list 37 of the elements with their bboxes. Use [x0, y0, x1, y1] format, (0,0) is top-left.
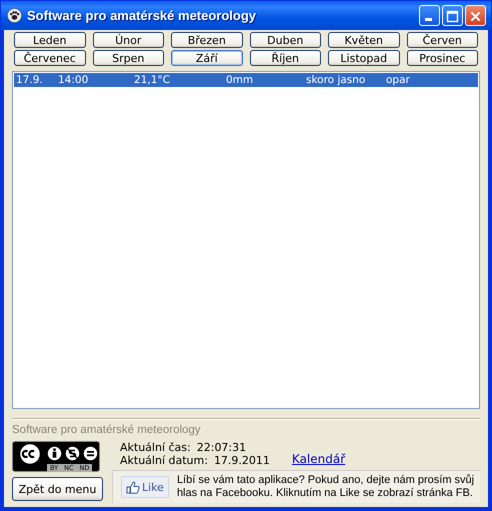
- maximize-button[interactable]: [442, 5, 463, 26]
- month-button[interactable]: Duben: [250, 32, 321, 48]
- date-value: 17.9.2011: [214, 454, 270, 467]
- month-button[interactable]: Květen: [328, 32, 400, 48]
- month-button[interactable]: Červen: [406, 32, 478, 48]
- record-row[interactable]: 17.9. 14:00 21,1°C 0mm skoro jasno opar: [14, 73, 478, 87]
- time-label: Aktuální čas:: [120, 441, 191, 454]
- record-cell-text: 17.9.: [16, 74, 44, 86]
- minimize-button[interactable]: [419, 5, 440, 26]
- month-button[interactable]: Březen: [171, 32, 242, 48]
- no-money-icon: [64, 445, 81, 462]
- record-cell-text: 14:00: [58, 74, 90, 86]
- window-title: Software pro amatérské meteorology: [27, 8, 258, 23]
- month-button[interactable]: Červenec: [14, 50, 86, 66]
- month-button[interactable]: Září: [171, 50, 242, 66]
- month-button[interactable]: Únor: [92, 32, 164, 48]
- month-button[interactable]: Říjen: [250, 50, 321, 66]
- date-label: Aktuální datum:: [120, 454, 208, 467]
- month-button[interactable]: Prosinec: [406, 50, 478, 66]
- record-cell-text: opar: [386, 74, 411, 86]
- app-name-label: Software pro amatérské meteorology: [12, 424, 202, 436]
- like-button[interactable]: Like: [121, 476, 169, 498]
- close-button[interactable]: [465, 5, 486, 26]
- thumbs-up-icon: [126, 480, 140, 494]
- record-cell-text: skoro jasno: [306, 74, 366, 86]
- calendar-link[interactable]: Kalendář: [292, 452, 346, 466]
- record-cell-text: 0mm: [226, 74, 254, 86]
- person-icon: [46, 445, 63, 462]
- record-cell-text: 21,1°C: [134, 74, 171, 86]
- time-value: 22:07:31: [196, 441, 246, 454]
- minimize-icon: [425, 18, 432, 21]
- month-button[interactable]: Leden: [14, 32, 86, 48]
- back-to-menu-button[interactable]: Zpět do menu: [12, 477, 103, 501]
- paw-icon: [7, 8, 22, 23]
- month-button[interactable]: Srpen: [92, 50, 164, 66]
- facebook-prompt: Líbí se vám tato aplikace? Pokud ano, dejte nám prosím svůj hlas na Facebooku. Kliknutím na Like se zobrazí stránka FB.: [176, 474, 476, 500]
- month-button[interactable]: Listopad: [328, 50, 400, 66]
